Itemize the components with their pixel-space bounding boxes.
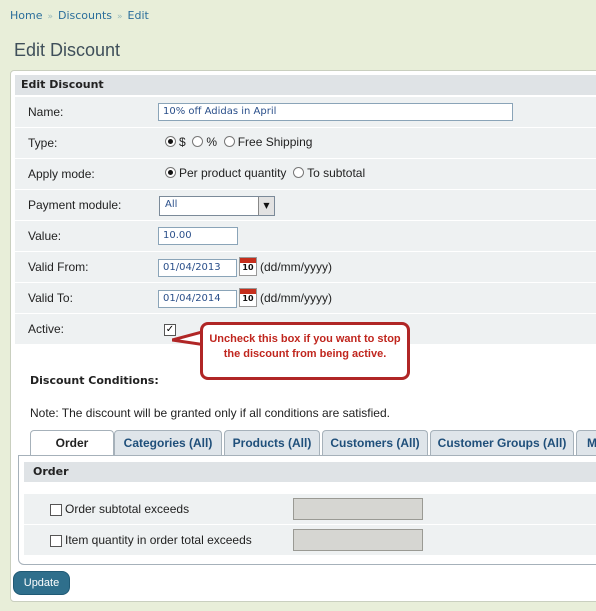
name-input[interactable]: 10% off Adidas in April (158, 103, 513, 121)
valid-from-label: Valid From: (28, 260, 89, 274)
type-radio-group: $ % Free Shipping (165, 135, 312, 149)
type-row: Type: $ % Free Shipping (15, 127, 596, 158)
valid-to-input[interactable]: 01/04/2014 (158, 290, 237, 308)
valid-from-input[interactable]: 01/04/2013 (158, 259, 237, 277)
condition-row-subtotal: Order subtotal exceeds (24, 493, 596, 524)
payment-module-select[interactable]: All ▼ (159, 196, 275, 216)
tab-more[interactable]: M (576, 430, 596, 455)
value-row: Value: 10.00 (15, 220, 596, 251)
order-subtotal-label: Order subtotal exceeds (65, 502, 190, 516)
order-tab-panel: Order Order subtotal exceeds Item quanti… (18, 455, 596, 565)
panel-title: Edit Discount (15, 75, 596, 95)
item-quantity-checkbox[interactable] (50, 535, 62, 547)
active-label: Active: (28, 322, 65, 336)
conditions-note: Note: The discount will be granted only … (30, 406, 390, 420)
apply-mode-label: Apply mode: (28, 167, 95, 181)
type-dollar-radio[interactable] (165, 136, 176, 147)
value-input[interactable]: 10.00 (158, 227, 238, 245)
type-percent-radio[interactable] (192, 136, 204, 147)
chevron-down-icon[interactable]: ▼ (258, 197, 274, 215)
breadcrumb-separator: » (117, 12, 123, 22)
payment-module-row: Payment module: All ▼ (15, 189, 596, 220)
breadcrumb-home-link[interactable]: Home (10, 9, 42, 22)
valid-from-row: Valid From: 01/04/2013 10 (dd/mm/yyyy) (15, 251, 596, 282)
payment-module-value: All (165, 199, 178, 210)
type-label: Type: (28, 136, 58, 150)
tab-customers[interactable]: Customers (All) (322, 430, 428, 455)
apply-subtotal-radio[interactable] (293, 167, 305, 178)
breadcrumb: Home » Discounts » Edit (10, 9, 149, 22)
calendar-icon[interactable]: 10 (239, 288, 257, 307)
tab-products[interactable]: Products (All) (224, 430, 320, 455)
order-section-title: Order (24, 462, 596, 482)
value-label: Value: (28, 229, 62, 243)
order-subtotal-checkbox[interactable] (50, 504, 62, 516)
breadcrumb-current: Edit (127, 9, 149, 22)
apply-subtotal-label: To subtotal (307, 166, 366, 180)
apply-per-product-radio[interactable] (165, 167, 176, 178)
update-button[interactable]: Update (13, 571, 70, 595)
type-percent-label: % (206, 135, 218, 149)
calendar-icon[interactable]: 10 (239, 257, 257, 276)
apply-mode-row: Apply mode: Per product quantity To subt… (15, 158, 596, 189)
date-format-hint: (dd/mm/yyyy) (260, 260, 332, 274)
calendar-day: 10 (242, 263, 254, 272)
name-row: Name: 10% off Adidas in April (15, 96, 596, 127)
valid-to-label: Valid To: (28, 291, 73, 305)
tab-customer-groups[interactable]: Customer Groups (All) (430, 430, 574, 455)
item-quantity-input[interactable] (293, 529, 423, 551)
valid-to-row: Valid To: 01/04/2014 10 (dd/mm/yyyy) (15, 282, 596, 313)
breadcrumb-separator: » (47, 12, 53, 22)
calendar-day: 10 (242, 294, 254, 303)
name-label: Name: (28, 105, 64, 119)
type-free-shipping-radio[interactable] (223, 136, 235, 147)
breadcrumb-discounts-link[interactable]: Discounts (58, 9, 112, 22)
discount-conditions-title: Discount Conditions: (30, 374, 159, 387)
item-quantity-label: Item quantity in order total exceeds (65, 533, 252, 547)
condition-row-quantity: Item quantity in order total exceeds (24, 524, 596, 555)
tab-categories[interactable]: Categories (All) (114, 430, 222, 455)
apply-mode-radio-group: Per product quantity To subtotal (165, 166, 365, 180)
tab-order[interactable]: Order (30, 430, 114, 457)
order-subtotal-input[interactable] (293, 498, 423, 520)
type-free-shipping-label: Free Shipping (237, 135, 313, 149)
date-format-hint: (dd/mm/yyyy) (260, 291, 332, 305)
type-dollar-label: $ (179, 135, 186, 149)
page-title: Edit Discount (14, 40, 121, 60)
active-callout: Uncheck this box if you want to stop the… (200, 322, 410, 380)
apply-per-product-label: Per product quantity (179, 166, 287, 180)
payment-module-label: Payment module: (28, 198, 122, 212)
